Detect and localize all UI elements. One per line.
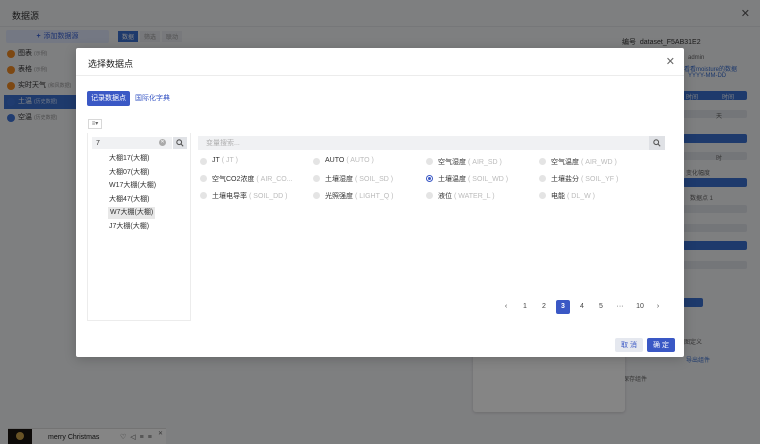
radio-icon[interactable] — [200, 175, 207, 182]
option-code: ( WATER_L ) — [454, 193, 495, 200]
option-label: 土壤湿度 — [325, 176, 353, 183]
page-button[interactable]: 5 — [594, 300, 608, 314]
radio-icon[interactable] — [313, 192, 320, 199]
confirm-button[interactable]: 确 定 — [647, 338, 675, 352]
option-label: 空气CO2浓度 — [212, 176, 255, 183]
radio-icon[interactable] — [200, 158, 207, 165]
tab-i18n-dictionary[interactable]: 国际化字典 — [131, 91, 174, 106]
radio-option-checked[interactable]: 土壤温度( SOIL_WD ) — [426, 173, 541, 185]
prev-page-button[interactable]: ‹ — [499, 300, 513, 314]
radio-option[interactable]: 空气湿度( AIR_SD ) — [426, 156, 541, 168]
page-button-last[interactable]: 10 — [632, 300, 648, 314]
radio-icon[interactable] — [313, 175, 320, 182]
option-label: AUTO — [325, 157, 345, 164]
option-label: 电能 — [551, 193, 565, 200]
radio-option[interactable]: 液位( WATER_L ) — [426, 190, 541, 202]
search-icon — [653, 139, 661, 147]
search-button[interactable] — [649, 136, 665, 150]
option-code: ( AIR_SD ) — [468, 159, 502, 166]
option-label: JT — [212, 157, 220, 164]
option-code: ( AUTO ) — [346, 157, 374, 164]
option-label: 土壤电导率 — [212, 193, 247, 200]
option-label: 空气湿度 — [438, 159, 466, 166]
option-code: ( SOIL_SD ) — [355, 176, 394, 183]
option-label: 空气温度 — [551, 159, 579, 166]
option-code: ( JT ) — [221, 157, 238, 164]
cancel-button[interactable]: 取 消 — [615, 338, 643, 352]
variable-search-input[interactable] — [198, 136, 664, 150]
page-button-current[interactable]: 3 — [556, 300, 570, 314]
radio-icon[interactable] — [426, 192, 433, 199]
option-code: ( AIR_CO... — [256, 176, 293, 183]
page-button[interactable]: 4 — [575, 300, 589, 314]
tree-toggle-icon[interactable]: ≡▾ — [88, 119, 102, 129]
page-button[interactable]: 1 — [518, 300, 532, 314]
radio-option[interactable]: 空气温度( AIR_WD ) — [539, 156, 654, 168]
radio-icon[interactable] — [313, 158, 320, 165]
tree-border — [87, 133, 191, 321]
radio-option[interactable]: JT( JT ) — [200, 156, 315, 168]
option-code: ( SOIL_WD ) — [468, 176, 509, 183]
option-code: ( LIGHT_Q ) — [355, 193, 394, 200]
radio-option[interactable]: 土壤盐分( SOIL_YF ) — [539, 173, 654, 185]
radio-icon[interactable] — [539, 175, 546, 182]
option-code: ( SOIL_YF ) — [581, 176, 619, 183]
option-code: ( AIR_WD ) — [581, 159, 617, 166]
radio-option[interactable]: 土壤湿度( SOIL_SD ) — [313, 173, 428, 185]
select-datapoint-dialog: 选择数据点 ✕ 记录数据点 国际化字典 ≡▾ ✕ 大棚17(大棚) 大棚07(大… — [76, 48, 684, 357]
dialog-title: 选择数据点 — [88, 59, 134, 69]
option-code: ( DL_W ) — [567, 193, 595, 200]
option-label: 光照强度 — [325, 193, 353, 200]
radio-icon[interactable] — [539, 158, 546, 165]
radio-checked-icon[interactable] — [426, 175, 433, 182]
page-ellipsis[interactable]: ··· — [613, 300, 627, 314]
radio-option[interactable]: 空气CO2浓度( AIR_CO... — [200, 173, 315, 185]
option-label: 液位 — [438, 193, 452, 200]
radio-option[interactable]: 电能( DL_W ) — [539, 190, 654, 202]
divider — [76, 75, 684, 76]
radio-option[interactable]: 土壤电导率( SOIL_DD ) — [200, 190, 315, 202]
next-page-button[interactable]: › — [651, 300, 665, 314]
radio-option[interactable]: AUTO( AUTO ) — [313, 156, 428, 168]
radio-option[interactable]: 光照强度( LIGHT_Q ) — [313, 190, 428, 202]
option-code: ( SOIL_DD ) — [249, 193, 288, 200]
option-label: 土壤盐分 — [551, 176, 579, 183]
option-label: 土壤温度 — [438, 176, 466, 183]
radio-icon[interactable] — [426, 158, 433, 165]
close-icon[interactable]: ✕ — [666, 55, 675, 68]
radio-icon[interactable] — [539, 192, 546, 199]
page-button[interactable]: 2 — [537, 300, 551, 314]
tab-record-datapoints[interactable]: 记录数据点 — [87, 91, 130, 106]
radio-icon[interactable] — [200, 192, 207, 199]
